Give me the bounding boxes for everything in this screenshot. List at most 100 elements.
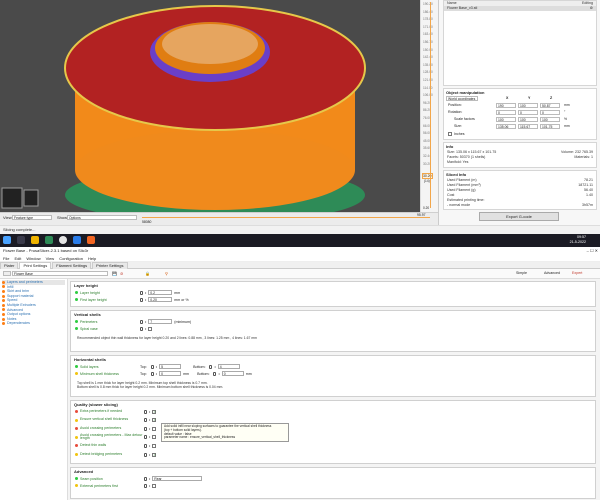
size-x-field[interactable]: 135.06 bbox=[496, 124, 516, 129]
app-icon[interactable] bbox=[45, 236, 53, 244]
menu-item-window[interactable]: Window bbox=[26, 256, 40, 261]
lock-icon[interactable] bbox=[140, 290, 143, 295]
mode-simple-button[interactable]: Simple bbox=[516, 271, 527, 275]
bullet-icon[interactable]: • bbox=[156, 365, 157, 369]
setting-field[interactable]: 0.2 bbox=[148, 290, 173, 295]
bullet-icon[interactable]: • bbox=[149, 435, 150, 439]
bullet-icon[interactable]: • bbox=[218, 372, 219, 376]
bullet-icon[interactable]: • bbox=[149, 444, 150, 448]
bullet-icon[interactable]: • bbox=[149, 484, 150, 488]
3d-viewport[interactable] bbox=[0, 0, 420, 213]
lock-icon[interactable] bbox=[140, 319, 143, 324]
bullet-icon[interactable]: • bbox=[145, 291, 146, 295]
layer-slider[interactable]: 190.20 186.40 178.80 171.00 163.40 156.70 150.… bbox=[420, 0, 438, 213]
menu-item-file[interactable]: File bbox=[3, 256, 9, 261]
scale-x-field[interactable]: 100 bbox=[496, 117, 516, 122]
scale-y-field[interactable]: 100 bbox=[518, 117, 538, 122]
min-bottom-field[interactable]: 0 bbox=[221, 371, 244, 376]
export-gcode-button[interactable]: Export G-code bbox=[479, 212, 559, 221]
compare-icon[interactable]: 🔒 bbox=[145, 271, 150, 276]
lock-icon[interactable] bbox=[209, 364, 213, 369]
setting-field[interactable]: 0.20 bbox=[148, 297, 173, 302]
lock-icon[interactable] bbox=[144, 452, 147, 457]
rotation-y-field[interactable]: 0 bbox=[518, 110, 538, 115]
perimeters-field[interactable]: 7 bbox=[148, 319, 173, 324]
position-x-field[interactable]: 190 bbox=[496, 103, 516, 108]
seam-position-select[interactable]: Rear bbox=[152, 476, 203, 481]
lock-icon[interactable] bbox=[144, 476, 147, 481]
page-icon bbox=[2, 317, 5, 321]
menu-item-help[interactable]: Help bbox=[88, 256, 96, 261]
menu-item-view[interactable]: View bbox=[46, 256, 55, 261]
coordinates-select[interactable]: World coordinates bbox=[446, 96, 478, 101]
app-icon-2[interactable] bbox=[73, 236, 81, 244]
start-icon[interactable] bbox=[3, 236, 11, 244]
lock-icon[interactable] bbox=[213, 371, 217, 376]
lock-icon[interactable] bbox=[144, 418, 147, 423]
lock-icon[interactable] bbox=[144, 435, 147, 440]
quality-checkbox[interactable] bbox=[152, 443, 157, 448]
bullet-icon[interactable]: • bbox=[149, 410, 150, 414]
gear-icon[interactable]: ⚙ bbox=[590, 6, 593, 11]
quality-checkbox[interactable] bbox=[152, 426, 157, 431]
browser-icon[interactable] bbox=[59, 236, 67, 244]
bullet-icon[interactable]: • bbox=[149, 477, 150, 481]
lock-icon[interactable] bbox=[144, 409, 147, 414]
tab-printer-settings[interactable]: Printer Settings bbox=[92, 262, 128, 269]
lock-icon[interactable] bbox=[140, 326, 143, 331]
file-explorer-icon[interactable] bbox=[31, 236, 39, 244]
rotation-x-field[interactable]: 0 bbox=[496, 110, 516, 115]
quality-checkbox[interactable]: ✓ bbox=[152, 409, 157, 414]
bullet-icon[interactable]: • bbox=[149, 418, 150, 422]
external-perimeters-first-checkbox[interactable] bbox=[152, 483, 157, 488]
quality-checkbox[interactable] bbox=[152, 435, 157, 440]
settings-tree-item[interactable]: Dependencies bbox=[2, 321, 65, 326]
position-z-field[interactable]: 50.87 bbox=[540, 103, 560, 108]
tab-print-settings[interactable]: Print Settings bbox=[19, 262, 52, 269]
tab-filament-settings[interactable]: Filament Settings bbox=[52, 262, 92, 269]
inches-checkbox[interactable] bbox=[448, 132, 452, 136]
bullet-icon[interactable]: • bbox=[149, 427, 150, 431]
lock-icon[interactable] bbox=[144, 443, 147, 448]
layer-slider-lower-handle[interactable]: 0.20 bbox=[423, 206, 429, 210]
rotation-z-field[interactable]: 0 bbox=[540, 110, 560, 115]
quality-checkbox[interactable]: ✓ bbox=[152, 452, 157, 457]
bullet-icon[interactable]: • bbox=[156, 372, 157, 376]
bullet-icon[interactable]: • bbox=[145, 327, 146, 331]
bullet-icon[interactable]: • bbox=[149, 453, 150, 457]
bullet-icon[interactable]: • bbox=[145, 298, 146, 302]
mode-expert-button[interactable]: Expert bbox=[572, 271, 582, 275]
preset-select[interactable]: Flower Base bbox=[12, 271, 108, 276]
lock-icon[interactable] bbox=[150, 371, 154, 376]
size-y-field[interactable]: 115.67 bbox=[518, 124, 538, 129]
lock-icon[interactable] bbox=[144, 426, 147, 431]
show-select[interactable]: Options bbox=[67, 215, 137, 220]
size-z-field[interactable]: 101.75 bbox=[540, 124, 560, 129]
bullet-icon[interactable]: • bbox=[145, 320, 146, 324]
search-icon[interactable] bbox=[17, 236, 25, 244]
horizontal-move-slider[interactable] bbox=[142, 217, 430, 218]
view-select[interactable]: Feature type bbox=[12, 215, 52, 220]
layer-slider-track[interactable] bbox=[430, 2, 431, 208]
object-list-item[interactable]: Flower Base_v3.stl ⚙ bbox=[444, 6, 596, 11]
bullet-icon[interactable]: • bbox=[214, 365, 215, 369]
quality-checkbox[interactable]: ✓ bbox=[152, 418, 157, 423]
menu-item-edit[interactable]: Edit bbox=[14, 256, 21, 261]
save-preset-icon[interactable]: 💾 bbox=[112, 271, 117, 276]
spiral-vase-checkbox[interactable] bbox=[148, 326, 153, 331]
scale-z-field[interactable]: 100 bbox=[540, 117, 560, 122]
position-y-field[interactable]: 100 bbox=[518, 103, 538, 108]
solid-bottom-field[interactable]: 4 bbox=[217, 364, 240, 369]
min-top-field[interactable]: 0 bbox=[159, 371, 182, 376]
menu-item-configuration[interactable]: Configuration bbox=[59, 256, 83, 261]
prusaslicer-taskbar-icon[interactable] bbox=[87, 236, 95, 244]
delete-preset-icon[interactable]: ⊘ bbox=[120, 271, 123, 276]
lock-icon[interactable] bbox=[144, 483, 147, 488]
window-controls[interactable]: – ☐ ✕ bbox=[587, 247, 598, 255]
solid-top-field[interactable]: 5 bbox=[159, 364, 182, 369]
mode-advanced-button[interactable]: Advanced bbox=[544, 271, 560, 275]
lock-icon[interactable] bbox=[150, 364, 154, 369]
lock-icon[interactable] bbox=[140, 297, 143, 302]
search-settings-icon[interactable]: ⚲ bbox=[165, 271, 168, 276]
tab-plater[interactable]: Plater bbox=[0, 262, 19, 269]
